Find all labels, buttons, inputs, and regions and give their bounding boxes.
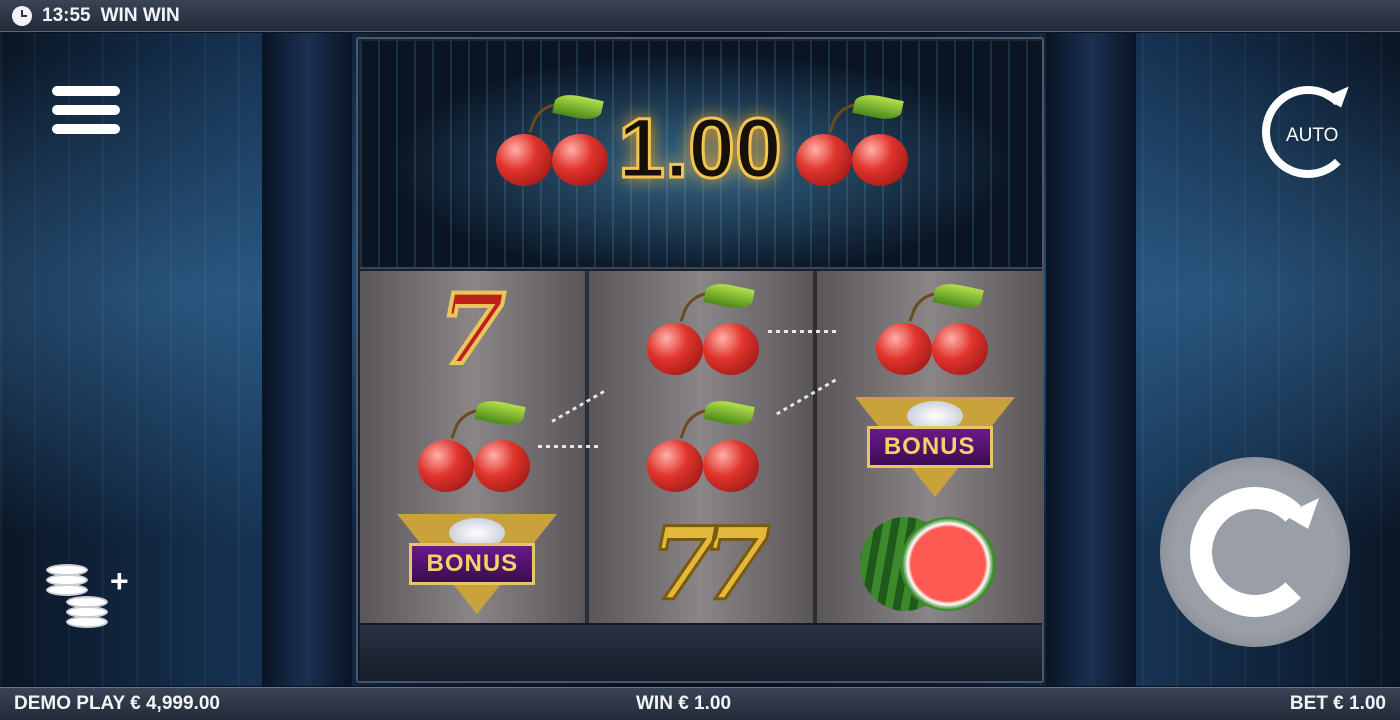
right-pillar (1046, 33, 1136, 686)
machine-base (360, 625, 1042, 681)
clock-time: 13:55 (42, 4, 91, 26)
cherry-icon (870, 279, 990, 375)
win-display: 1.00 (490, 90, 910, 210)
clock-icon (12, 5, 32, 26)
payline (538, 445, 598, 448)
menu-button[interactable] (52, 86, 120, 142)
reel-2: 77 (588, 271, 814, 623)
win-amount: 1.00 (617, 100, 784, 197)
status-bar: 13:55 WIN WIN (0, 0, 1400, 32)
cherry-symbol (616, 393, 786, 501)
double-seven-text: 77 (648, 505, 772, 624)
bonus-label: BONUS (409, 543, 536, 586)
double-seven-symbol: 77 (616, 510, 786, 618)
payline (768, 330, 838, 333)
footer-bar: DEMO PLAY € 4,999.00 WIN € 1.00 BET € 1.… (0, 687, 1400, 720)
reel-3: BONUS (817, 271, 1043, 623)
cherry-symbol (616, 276, 786, 384)
cherry-icon (412, 397, 532, 492)
seven-text: 7 (437, 272, 508, 386)
cherry-symbol (387, 393, 557, 501)
left-pillar (262, 33, 352, 686)
game-title: WIN WIN (100, 4, 180, 26)
bonus-label: BONUS (866, 425, 993, 468)
win-display-footer: WIN € 1.00 (636, 693, 732, 714)
hamburger-icon (52, 86, 120, 96)
plus-icon: + (110, 563, 129, 599)
seven-symbol: 7 (387, 276, 557, 384)
cherry-icon (641, 397, 761, 492)
cherry-symbol (845, 276, 1015, 384)
balance-display: DEMO PLAY € 4,999.00 (14, 693, 220, 714)
cherry-icon (641, 279, 761, 375)
bonus-symbol: BONUS (387, 510, 558, 618)
watermelon-symbol (845, 510, 1015, 618)
watermelon-icon (859, 517, 1000, 612)
bet-display[interactable]: BET € 1.00 (1290, 693, 1386, 715)
autoplay-label: AUTO (1286, 125, 1339, 146)
bonus-symbol: BONUS (845, 393, 1015, 501)
reel-area: 7 BONUS 77 BONUS (360, 271, 1043, 623)
